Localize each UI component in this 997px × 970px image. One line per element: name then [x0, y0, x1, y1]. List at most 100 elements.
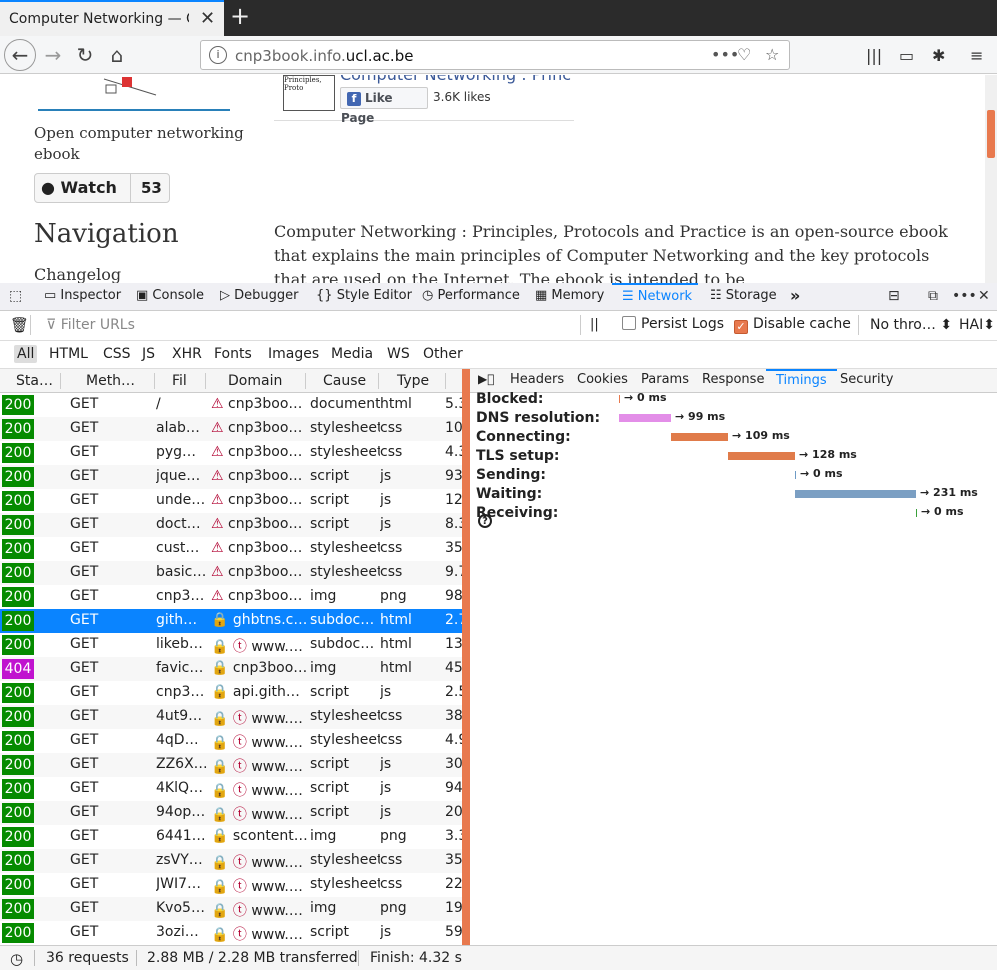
request-file: 94op… — [156, 804, 206, 820]
table-row[interactable]: 200 GET 4qD… 🔒 ⓣ www.… stylesheetcss 4.9 — [0, 729, 462, 753]
table-row[interactable]: 200 GET 94op… 🔒 ⓣ www.… script js 20 — [0, 801, 462, 825]
table-row[interactable]: 200 GET doct… ⚠ cnp3boo… script js 8.3 — [0, 513, 462, 537]
page-actions-icon[interactable]: ••• — [711, 45, 739, 64]
column-type[interactable]: Type — [397, 373, 429, 389]
table-row[interactable]: 200 GET cnp3… 🔒 api.gith… script js 2.5 — [0, 681, 462, 705]
filter-xhr[interactable]: XHR — [169, 345, 205, 363]
dock-layout-icon[interactable]: ⊟ — [888, 288, 900, 304]
more-tabs-icon[interactable]: » — [790, 283, 800, 311]
table-row[interactable]: 200 GET / ⚠ cnp3boo… documenthtml 5.3 — [0, 393, 462, 417]
tab-storage[interactable]: ☷ Storage — [710, 283, 777, 311]
github-watch-button[interactable]: ● Watch 53 — [34, 173, 170, 203]
reload-button[interactable]: ↻ — [70, 40, 100, 70]
column-file[interactable]: Fil — [172, 373, 187, 389]
filter-media[interactable]: Media — [328, 345, 376, 363]
toggle-sidebar-icon[interactable]: ▶⃞ — [478, 372, 494, 386]
filter-fonts[interactable]: Fonts — [211, 345, 255, 363]
element-picker-icon[interactable]: ⬚ — [9, 288, 22, 304]
tab-style-editor[interactable]: {} Style Editor — [316, 283, 412, 311]
filter-html[interactable]: HTML — [46, 345, 91, 363]
page-scrollbar-thumb[interactable] — [987, 110, 995, 158]
facebook-page-thumbnail[interactable]: Principles, Proto — [283, 75, 335, 111]
new-tab-button[interactable]: + — [230, 2, 250, 30]
table-row[interactable]: 200 GET 4KlQ… 🔒 ⓣ www.… script js 94 — [0, 777, 462, 801]
pocket-icon[interactable]: ♡ — [737, 45, 751, 64]
filter-ws[interactable]: WS — [384, 345, 413, 363]
table-row[interactable]: 200 GET Kvo5… 🔒 ⓣ www.… img png 19 — [0, 897, 462, 921]
table-row[interactable]: 200 GET ZZ6X… 🔒 ⓣ www.… script js 30 — [0, 753, 462, 777]
table-row[interactable]: 200 GET zsVY… 🔒 ⓣ www.… stylesheet css 35 — [0, 849, 462, 873]
url-text[interactable]: cnp3book.info.ucl.ac.be — [235, 47, 413, 65]
forward-button[interactable]: → — [38, 40, 68, 70]
disable-cache-checkbox[interactable]: ✓ Disable cache — [734, 316, 851, 334]
request-cause: stylesheet — [310, 564, 380, 580]
close-tab-icon[interactable]: ✕ — [200, 8, 215, 29]
tab-security[interactable]: Security — [840, 372, 893, 387]
facebook-like-button[interactable]: f Like Page — [340, 87, 428, 125]
table-row[interactable]: 200 GET jque… ⚠ cnp3boo… script js 93 — [0, 465, 462, 489]
table-row[interactable]: 200 GET cnp3… ⚠ cnp3boo… img png 98 — [0, 585, 462, 609]
panel-splitter[interactable] — [462, 369, 470, 945]
tab-timings[interactable]: Timings — [766, 369, 837, 393]
close-devtools-icon[interactable]: ✕ — [978, 288, 990, 304]
table-row[interactable]: 200 GET 3ozi… 🔒 ⓣ www.… script js 59 — [0, 921, 462, 945]
filter-urls-input[interactable]: ⊽ Filter URLs — [46, 317, 135, 333]
tab-cookies[interactable]: Cookies — [577, 372, 628, 387]
table-row[interactable]: 200 GET unde… ⚠ cnp3boo… script js 12 — [0, 489, 462, 513]
filter-js[interactable]: JS — [139, 345, 158, 363]
column-status[interactable]: Sta… — [16, 373, 53, 389]
column-method[interactable]: Meth… — [86, 373, 135, 389]
extension-icon[interactable]: ✱ — [932, 46, 945, 65]
table-row[interactable]: 200 GET JWI7… 🔒 ⓣ www.… stylesheet css 22 — [0, 873, 462, 897]
devtools-menu-icon[interactable]: ••• — [952, 288, 977, 304]
site-info-icon[interactable]: i — [209, 46, 227, 64]
page-scrollbar[interactable] — [985, 75, 997, 283]
column-cause[interactable]: Cause — [323, 373, 366, 389]
table-row[interactable]: 404 GET favic… 🔒 cnp3boo… img html 45 — [0, 657, 462, 681]
timing-bar — [795, 471, 796, 479]
back-button[interactable]: ← — [4, 39, 36, 71]
performance-analysis-icon[interactable]: ◷ — [10, 950, 23, 968]
tab-network[interactable]: ☰ Network — [612, 283, 698, 311]
browser-tab[interactable]: Computer Networking — C ✕ — [0, 0, 224, 36]
url-bar[interactable]: i cnp3book.info.ucl.ac.be ••• ♡ ☆ — [200, 40, 790, 70]
filter-other[interactable]: Other — [420, 345, 466, 363]
library-icon[interactable]: ||| — [866, 46, 882, 65]
tab-inspector[interactable]: ▭ Inspector — [44, 283, 121, 311]
home-button[interactable]: ⌂ — [102, 40, 132, 70]
watch-count[interactable]: 53 — [141, 179, 162, 197]
filter-images[interactable]: Images — [265, 345, 322, 363]
undock-icon[interactable]: ⧉ — [928, 288, 938, 304]
table-row[interactable]: 200 GET gith… 🔒 ghbtns.c…subdoc… html 2.7 — [0, 609, 462, 633]
table-row[interactable]: 200 GET 6441… 🔒 scontent…img png 3.3 — [0, 825, 462, 849]
table-row[interactable]: 200 GET pyg… ⚠ cnp3boo… stylesheetcss 4.3 — [0, 441, 462, 465]
facebook-page-title[interactable]: Computer Networking : Princ — [340, 75, 571, 84]
tab-console[interactable]: ▣ Console — [136, 283, 204, 311]
bookmark-star-icon[interactable]: ☆ — [765, 45, 779, 64]
tab-memory[interactable]: ▦ Memory — [535, 283, 604, 311]
table-row[interactable]: 200 GET 4ut9… 🔒 ⓣ www.… stylesheet css 38 — [0, 705, 462, 729]
throttling-select[interactable]: No thro… ⬍ — [870, 317, 952, 333]
table-row[interactable]: 200 GET likeb… 🔒 ⓣ www.… subdoc… html 13 — [0, 633, 462, 657]
tab-performance[interactable]: ◷ Performance — [422, 283, 520, 311]
trash-icon[interactable]: 🗑 — [10, 316, 29, 334]
persist-logs-checkbox[interactable]: Persist Logs — [622, 316, 724, 332]
filter-all[interactable]: All — [14, 345, 38, 363]
help-icon[interactable]: ? — [478, 514, 492, 528]
tab-debugger[interactable]: ▷ Debugger — [220, 283, 299, 311]
table-row[interactable]: 200 GET basic…⚠ cnp3boo… stylesheetcss 9.7 — [0, 561, 462, 585]
filter-css[interactable]: CSS — [100, 345, 134, 363]
table-row[interactable]: 200 GET alab… ⚠ cnp3boo… stylesheet css 10 — [0, 417, 462, 441]
tab-headers[interactable]: Headers — [510, 372, 564, 387]
request-type: html — [380, 660, 412, 676]
sidebar-icon[interactable]: ▭ — [899, 46, 914, 65]
tab-response[interactable]: Response — [702, 372, 764, 387]
column-domain[interactable]: Domain — [228, 373, 282, 389]
menu-icon[interactable]: ≡ — [970, 46, 983, 65]
table-row[interactable]: 200 GET cust… ⚠ cnp3boo… stylesheet css 35 — [0, 537, 462, 561]
pause-icon[interactable]: || — [590, 317, 599, 332]
status-code: 200 — [2, 851, 34, 871]
tab-params[interactable]: Params — [641, 372, 689, 387]
har-menu[interactable]: HAI⬍ — [959, 317, 995, 333]
changelog-link[interactable]: Changelog — [34, 265, 121, 283]
